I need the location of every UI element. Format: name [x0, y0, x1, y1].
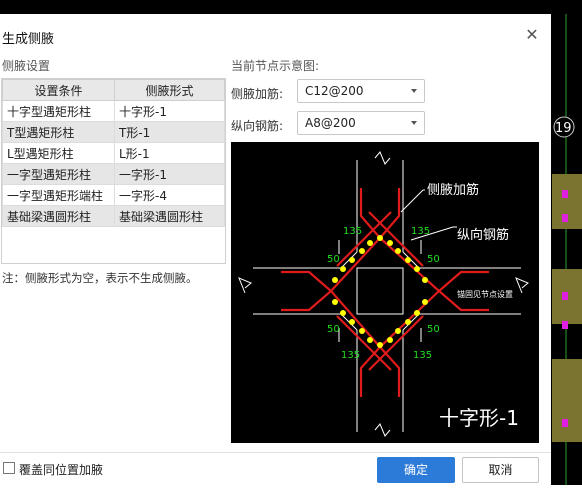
table-row[interactable]: T型遇矩形柱 T形-1 — [2, 121, 225, 143]
node-diagram-preview: 侧腋加筋 纵向钢筋 135 135 50 50 50 50 135 135 锚固… — [231, 142, 539, 443]
footer-divider — [0, 452, 551, 453]
dim-label: 50 — [427, 254, 440, 265]
haunch-settings-table: 设置条件 侧腋形式 十字型遇矩形柱 十字形-1 T型遇矩形柱 T形-1 L型遇矩… — [1, 78, 226, 264]
chevron-down-icon — [411, 89, 417, 93]
haunch-rebar-label: 侧腋加筋: — [231, 87, 284, 101]
long-rebar-select[interactable]: A8@200 — [297, 111, 425, 135]
haunch-rebar-value: C12@200 — [305, 84, 364, 98]
dim-label: 135 — [343, 226, 362, 237]
ok-button[interactable]: 确定 — [377, 457, 455, 483]
column-header-form: 侧腋形式 — [114, 79, 225, 101]
cancel-button[interactable]: 取消 — [462, 457, 539, 483]
dim-label: 50 — [327, 324, 340, 335]
preview-label: 当前节点示意图: — [231, 59, 320, 73]
close-icon[interactable]: ✕ — [522, 25, 542, 45]
condition-cell: 一字型遇矩形柱 — [2, 163, 115, 185]
shape-name-text: 十字形-1 — [439, 406, 519, 430]
background-strip — [0, 0, 582, 14]
dim-label: 50 — [327, 254, 340, 265]
table-row[interactable]: 一字型遇矩形端柱 一字形-4 — [2, 184, 225, 206]
dim-label: 135 — [411, 226, 430, 237]
dim-label: 50 — [427, 324, 440, 335]
column-header-condition: 设置条件 — [2, 79, 115, 101]
form-cell[interactable]: 一字形-1 — [114, 163, 225, 185]
form-cell[interactable]: T形-1 — [114, 121, 225, 143]
cad-canvas-background: 19 — [551, 14, 582, 485]
condition-cell: T型遇矩形柱 — [2, 121, 115, 143]
form-cell[interactable]: 十字形-1 — [114, 100, 225, 122]
axis-label: 19 — [555, 121, 572, 136]
haunch-note: 注：侧腋形式为空，表示不生成侧腋。 — [2, 271, 198, 285]
long-rebar-label: 纵向钢筋: — [231, 119, 284, 133]
table-row[interactable]: 十字型遇矩形柱 十字形-1 — [2, 100, 225, 122]
dialog-title: 生成侧腋 — [2, 32, 55, 47]
condition-cell: 十字型遇矩形柱 — [2, 100, 115, 122]
dim-label: 135 — [341, 350, 360, 361]
cad-canvas-drawing: 19 — [552, 14, 582, 485]
longitudinal-bar-dots — [332, 235, 428, 348]
condition-cell: 一字型遇矩形端柱 — [2, 184, 115, 206]
long-rebar-value: A8@200 — [305, 116, 356, 130]
condition-cell: L型遇矩形柱 — [2, 142, 115, 164]
callout-haunch-text: 侧腋加筋 — [427, 182, 479, 198]
table-row[interactable]: L型遇矩形柱 L形-1 — [2, 142, 225, 164]
form-cell[interactable]: 基础梁遇圆形柱 — [114, 205, 225, 227]
form-cell[interactable]: 一字形-4 — [114, 184, 225, 206]
haunch-rebar-select[interactable]: C12@200 — [297, 79, 425, 103]
condition-cell: 基础梁遇圆形柱 — [2, 205, 115, 227]
form-cell[interactable]: L形-1 — [114, 142, 225, 164]
overwrite-label: 覆盖同位置加腋 — [19, 463, 104, 477]
cross-shape-diagram: 侧腋加筋 纵向钢筋 135 135 50 50 50 50 135 135 锚固… — [238, 151, 529, 437]
anchor-note-text: 锚固见节点设置 — [457, 289, 513, 299]
haunch-settings-label: 侧腋设置 — [2, 59, 51, 73]
dim-label: 135 — [413, 350, 432, 361]
overwrite-checkbox[interactable] — [3, 462, 15, 474]
table-row[interactable]: 基础梁遇圆形柱 基础梁遇圆形柱 — [2, 205, 225, 227]
callout-long-text: 纵向钢筋 — [457, 227, 509, 243]
dimension-labels: 135 135 50 50 50 50 135 135 — [327, 226, 440, 361]
table-row[interactable]: 一字型遇矩形柱 一字形-1 — [2, 163, 225, 185]
chevron-down-icon — [411, 121, 417, 125]
